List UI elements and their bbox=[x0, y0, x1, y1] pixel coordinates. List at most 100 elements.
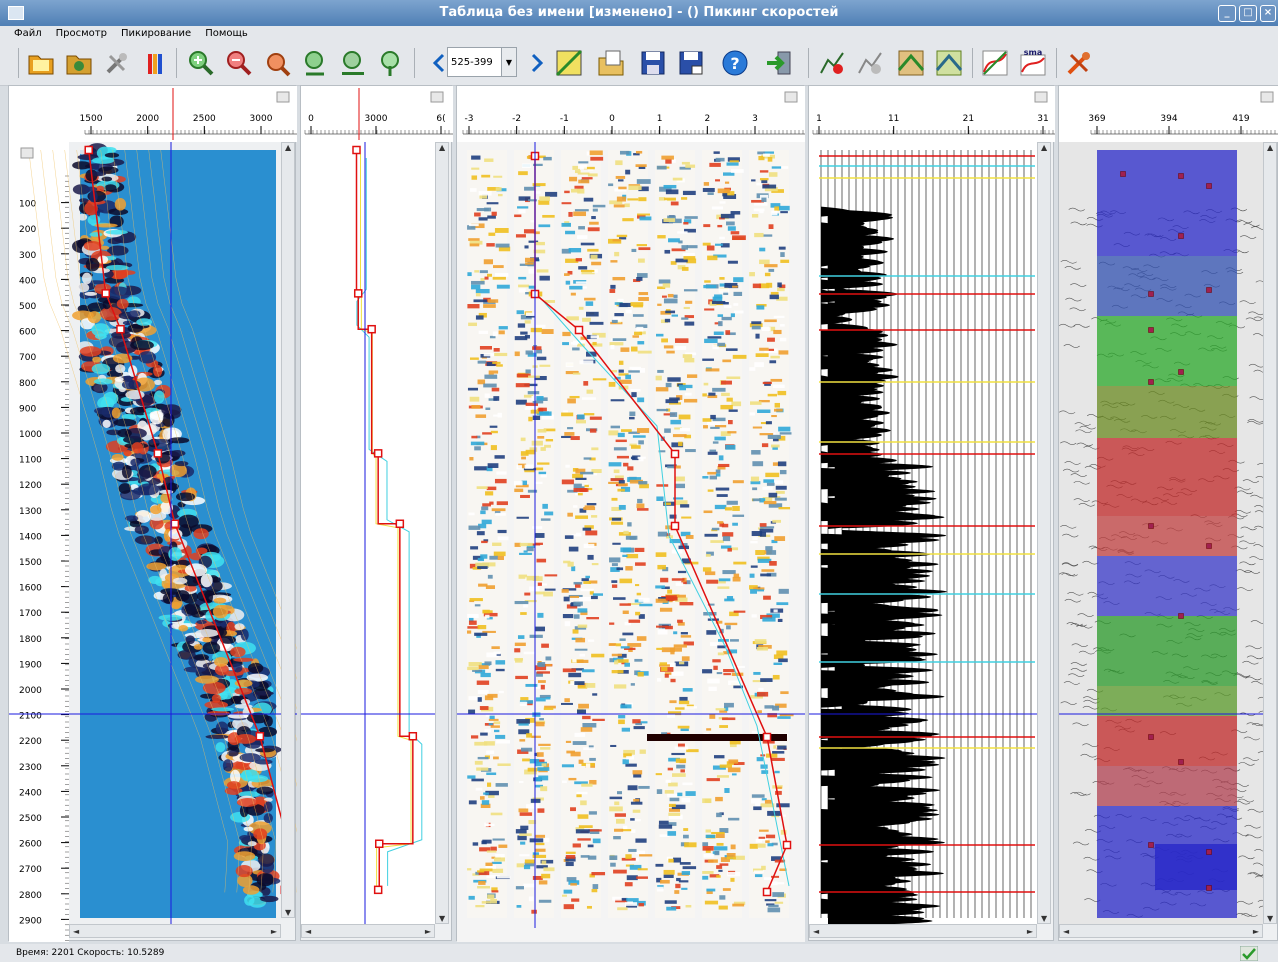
panel-menu-icon[interactable] bbox=[1260, 91, 1274, 103]
delete-horizon-icon[interactable] bbox=[856, 48, 886, 78]
settings-tools-icon[interactable] bbox=[102, 48, 132, 78]
moveout-pick-marker[interactable] bbox=[670, 521, 680, 531]
scroll-right-icon[interactable]: ► bbox=[1253, 927, 1259, 936]
scroll-up-icon[interactable]: ▲ bbox=[1267, 143, 1273, 152]
velocity-control-point[interactable] bbox=[1148, 379, 1154, 385]
moveout-pick-marker[interactable] bbox=[670, 449, 680, 459]
scroll-left-icon[interactable]: ◄ bbox=[1063, 927, 1069, 936]
velocity-control-point[interactable] bbox=[1206, 543, 1212, 549]
velocity-control-point[interactable] bbox=[1178, 369, 1184, 375]
vertical-scrollbar[interactable]: ▲ ▼ bbox=[1037, 142, 1051, 924]
velocity-control-point[interactable] bbox=[1178, 173, 1184, 179]
copy-function-icon[interactable] bbox=[896, 48, 926, 78]
palette-icon[interactable] bbox=[140, 48, 170, 78]
scroll-up-icon[interactable]: ▲ bbox=[439, 143, 445, 152]
checkmark-icon[interactable] bbox=[1240, 946, 1258, 961]
tools-icon[interactable] bbox=[1064, 48, 1094, 78]
chevron-down-icon[interactable]: ▼ bbox=[501, 48, 516, 76]
open-data-icon[interactable] bbox=[64, 48, 94, 78]
menu-picking[interactable]: Пикирование bbox=[121, 26, 191, 42]
velocity-control-point[interactable] bbox=[1206, 183, 1212, 189]
menu-file[interactable]: Файл bbox=[14, 26, 42, 42]
horizontal-scrollbar[interactable]: ◄ ► bbox=[69, 924, 281, 938]
scroll-left-icon[interactable]: ◄ bbox=[305, 927, 311, 936]
scroll-right-icon[interactable]: ► bbox=[271, 927, 277, 936]
open-project-icon[interactable] bbox=[26, 48, 56, 78]
vertical-scrollbar[interactable]: ▲ ▼ bbox=[281, 142, 295, 918]
panel-menu-icon[interactable] bbox=[1034, 91, 1048, 103]
scroll-left-icon[interactable]: ◄ bbox=[73, 927, 79, 936]
stack-section-plot[interactable]: 369 394 419 bbox=[1059, 86, 1278, 942]
velocity-control-point[interactable] bbox=[1148, 842, 1154, 848]
interval-velocity-marker[interactable] bbox=[408, 731, 418, 741]
smooth-curve-icon[interactable] bbox=[980, 48, 1010, 78]
scroll-up-icon[interactable]: ▲ bbox=[285, 143, 291, 152]
scroll-up-icon[interactable]: ▲ bbox=[1041, 143, 1047, 152]
zoom-in-icon[interactable] bbox=[186, 48, 216, 78]
moveout-pick-marker[interactable] bbox=[782, 840, 792, 850]
velocity-pick-marker[interactable] bbox=[116, 324, 125, 334]
velocity-control-point[interactable] bbox=[1148, 291, 1154, 297]
vertical-scrollbar[interactable]: ▲ ▼ bbox=[435, 142, 449, 924]
moveout-pick-marker[interactable] bbox=[762, 887, 772, 897]
interval-velocity-marker[interactable] bbox=[375, 839, 384, 849]
velocity-control-point[interactable] bbox=[1148, 734, 1154, 740]
velocity-spectrum-plot[interactable]: 1500 2000 2500 3000 100 200 300 400 500 600 700 80… bbox=[9, 86, 297, 942]
interval-velocity-plot[interactable]: 0 3000 6( bbox=[301, 86, 453, 942]
zoom-undo-icon[interactable] bbox=[262, 48, 292, 78]
velocity-pick-marker[interactable] bbox=[153, 449, 163, 458]
maximize-icon[interactable]: □ bbox=[1239, 5, 1257, 22]
panel-menu-icon[interactable] bbox=[430, 91, 444, 103]
velocity-pick-marker[interactable] bbox=[84, 145, 93, 155]
interval-velocity-marker[interactable] bbox=[353, 289, 363, 298]
panel-menu-icon[interactable] bbox=[784, 91, 798, 103]
panel-menu-icon[interactable] bbox=[276, 91, 290, 103]
moveout-pick-marker[interactable] bbox=[762, 732, 772, 742]
scroll-left-icon[interactable]: ◄ bbox=[813, 927, 819, 936]
save-as-icon[interactable] bbox=[676, 48, 706, 78]
save-icon[interactable] bbox=[638, 48, 668, 78]
velocity-control-point[interactable] bbox=[1178, 759, 1184, 765]
interval-velocity-marker[interactable] bbox=[395, 519, 405, 529]
velocity-control-point[interactable] bbox=[1148, 523, 1154, 529]
velocity-control-point[interactable] bbox=[1206, 287, 1212, 293]
scroll-right-icon[interactable]: ► bbox=[1027, 927, 1033, 936]
horizontal-scrollbar[interactable]: ◄ ► bbox=[809, 924, 1037, 938]
sma-smoothing-icon[interactable]: sma bbox=[1018, 48, 1048, 78]
interval-velocity-marker[interactable] bbox=[373, 449, 383, 458]
zoom-fit-icon[interactable] bbox=[300, 48, 330, 78]
zoom-area-icon[interactable] bbox=[338, 48, 368, 78]
exit-icon[interactable] bbox=[764, 48, 794, 78]
scroll-down-icon[interactable]: ▼ bbox=[439, 914, 445, 923]
velocity-pick-marker[interactable] bbox=[255, 731, 265, 741]
velocity-control-point[interactable] bbox=[1178, 233, 1184, 239]
paste-function-icon[interactable] bbox=[934, 48, 964, 78]
menu-help[interactable]: Помощь bbox=[205, 26, 248, 42]
gather-selector[interactable]: 525-399 ▼ bbox=[447, 47, 517, 77]
velocity-model-icon[interactable] bbox=[554, 48, 584, 78]
wiggle-trace-plot[interactable]: 1 11 21 31 bbox=[809, 86, 1055, 942]
next-gather-icon[interactable] bbox=[522, 48, 544, 78]
horizontal-scrollbar[interactable]: ◄ ► bbox=[301, 924, 435, 938]
scroll-down-icon[interactable]: ▼ bbox=[1041, 914, 1047, 923]
velocity-control-point[interactable] bbox=[1206, 885, 1212, 891]
corner-menu-icon[interactable] bbox=[20, 147, 34, 159]
velocity-control-point[interactable] bbox=[1206, 849, 1212, 855]
prev-gather-icon[interactable] bbox=[424, 48, 445, 78]
zoom-out-icon[interactable] bbox=[224, 48, 254, 78]
velocity-control-point[interactable] bbox=[1120, 171, 1126, 177]
add-horizon-icon[interactable] bbox=[818, 48, 848, 78]
velocity-control-point[interactable] bbox=[1148, 327, 1154, 333]
zoom-vertical-icon[interactable] bbox=[376, 48, 406, 78]
moveout-pick-marker[interactable] bbox=[574, 325, 584, 335]
load-picks-icon[interactable] bbox=[596, 48, 626, 78]
vertical-scrollbar[interactable]: ▲ ▼ bbox=[1263, 142, 1277, 924]
scroll-down-icon[interactable]: ▼ bbox=[285, 908, 291, 917]
scroll-right-icon[interactable]: ► bbox=[425, 927, 431, 936]
help-icon[interactable]: ? bbox=[720, 48, 750, 78]
scroll-down-icon[interactable]: ▼ bbox=[1267, 914, 1273, 923]
horizontal-scrollbar[interactable]: ◄ ► bbox=[1059, 924, 1263, 938]
minimize-icon[interactable]: _ bbox=[1218, 5, 1236, 22]
menu-view[interactable]: Просмотр bbox=[56, 26, 107, 42]
close-icon[interactable]: × bbox=[1260, 5, 1276, 22]
